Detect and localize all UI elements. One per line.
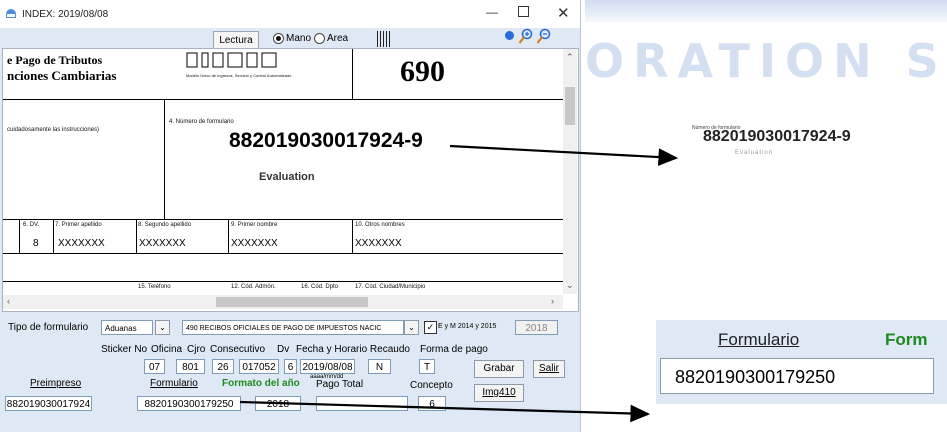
arrow-to-formulario [239, 400, 651, 423]
annotation-arrows [239, 144, 679, 423]
arrow-to-numero [449, 144, 679, 166]
